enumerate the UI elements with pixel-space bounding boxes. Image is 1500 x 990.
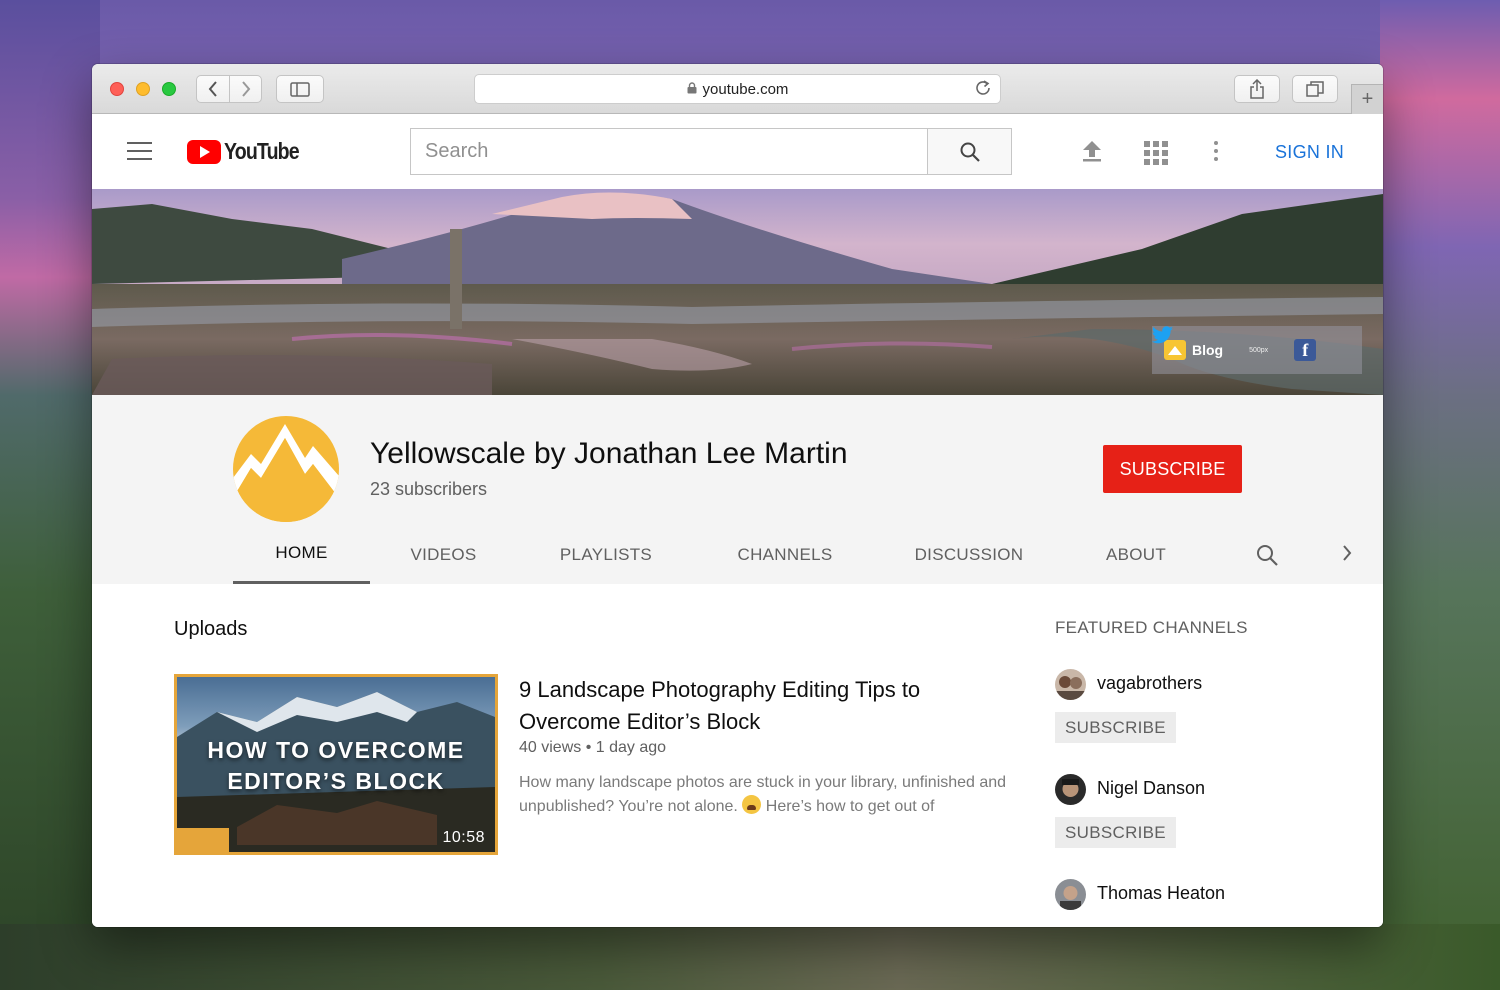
avatar[interactable] [1055, 669, 1086, 700]
search-placeholder: Search [425, 140, 489, 162]
close-window-button[interactable] [110, 82, 124, 96]
search-button[interactable] [927, 128, 1012, 175]
featured-subscribe-button[interactable]: SUBSCRIBE [1055, 817, 1176, 848]
channel-header: Yellowscale by Jonathan Lee Martin 23 su… [92, 395, 1383, 584]
thumbnail-title-text: HOW TO OVERCOME EDITOR’S BLOCK [207, 737, 465, 794]
featured-channel-name[interactable]: Thomas Heaton [1097, 883, 1225, 904]
subscribe-button[interactable]: SUBSCRIBE [1103, 445, 1242, 493]
avatar[interactable] [1055, 774, 1086, 805]
youtube-play-icon [187, 139, 221, 164]
video-title-link[interactable]: 9 Landscape Photography Editing Tips to … [519, 674, 989, 738]
mountain-logo-icon [233, 424, 339, 522]
uploads-section-title[interactable]: Uploads [174, 618, 247, 641]
chevron-right-icon [241, 81, 250, 97]
back-button[interactable] [197, 76, 229, 102]
subscriber-count: 23 subscribers [370, 479, 488, 499]
search-input[interactable]: Search [410, 128, 928, 175]
tab-home[interactable]: HOME [233, 525, 370, 584]
channel-avatar[interactable] [233, 416, 339, 522]
tabs-scroll-right-icon[interactable] [1341, 543, 1353, 569]
browser-window: youtube.com + YouTube Search SIGN IN Blo… [92, 64, 1383, 927]
forward-button[interactable] [229, 76, 261, 102]
featured-channels-title: FEATURED CHANNELS [1055, 618, 1248, 637]
avatar[interactable] [1055, 879, 1086, 910]
chevron-left-icon [208, 81, 217, 97]
tab-channels[interactable]: CHANNELS [695, 525, 875, 584]
thumbnail-brand-badge [177, 828, 229, 852]
featured-channel-name[interactable]: vagabrothers [1097, 673, 1202, 694]
channel-title: Yellowscale by Jonathan Lee Martin [370, 437, 848, 470]
tabs-overview-icon [1306, 81, 1324, 97]
channel-tabs: HOME VIDEOS PLAYLISTS CHANNELS DISCUSSIO… [233, 525, 1373, 584]
address-bar[interactable]: youtube.com [474, 74, 1001, 104]
share-button[interactable] [1234, 75, 1280, 103]
tab-discussion[interactable]: DISCUSSION [875, 525, 1063, 584]
more-vertical-icon[interactable] [1214, 141, 1218, 161]
desktop-wallpaper-left [0, 0, 100, 990]
tab-videos[interactable]: VIDEOS [370, 525, 517, 584]
sidebar-toggle-button[interactable] [276, 75, 324, 103]
video-thumbnail[interactable]: HOW TO OVERCOME EDITOR’S BLOCK 10:58 [174, 674, 498, 855]
facebook-icon[interactable]: f [1294, 339, 1317, 361]
tab-playlists[interactable]: PLAYLISTS [517, 525, 695, 584]
new-tab-button[interactable]: + [1351, 84, 1383, 114]
search-icon [960, 142, 980, 162]
500px-link[interactable]: 500px [1249, 347, 1268, 354]
apps-grid-icon[interactable] [1144, 141, 1168, 165]
upload-age: 1 day ago [595, 739, 667, 756]
lock-icon [687, 81, 697, 97]
channel-banner: Blog 500px f [92, 189, 1383, 395]
sign-in-button[interactable]: SIGN IN [1275, 142, 1344, 163]
show-tabs-button[interactable] [1292, 75, 1338, 103]
sidebar-icon [290, 81, 310, 97]
zoom-window-button[interactable] [162, 82, 176, 96]
featured-subscribe-button[interactable]: SUBSCRIBE [1055, 712, 1176, 743]
channel-search-icon[interactable] [1255, 543, 1279, 572]
channel-links-bar: Blog 500px f [1152, 326, 1362, 374]
youtube-logo[interactable]: YouTube [187, 138, 312, 165]
blog-link[interactable]: Blog [1192, 342, 1223, 358]
view-count: 40 views [519, 739, 582, 756]
youtube-masthead: YouTube Search SIGN IN [92, 114, 1383, 189]
channel-home-content: Uploads HOW TO OVERCOME EDITOR’S BLOCK 1… [92, 584, 1383, 927]
video-duration: 10:58 [442, 829, 485, 846]
url-text: youtube.com [702, 80, 789, 98]
meta-separator: • [585, 739, 596, 756]
upload-icon[interactable] [1081, 139, 1103, 168]
guide-menu-icon[interactable] [127, 142, 152, 160]
tab-about[interactable]: ABOUT [1063, 525, 1209, 584]
video-metadata: 40 views • 1 day ago [519, 739, 666, 757]
weary-face-emoji-icon [742, 795, 762, 814]
minimize-window-button[interactable] [136, 82, 150, 96]
share-icon [1250, 79, 1264, 99]
video-description: How many landscape photos are stuck in y… [519, 774, 1007, 815]
youtube-logo-text: YouTube [224, 138, 300, 164]
history-nav-group [196, 75, 262, 103]
featured-channel-name[interactable]: Nigel Danson [1097, 778, 1205, 799]
plus-icon: + [1361, 88, 1374, 110]
desktop-wallpaper-bottom [0, 924, 1500, 990]
reload-icon[interactable] [974, 79, 992, 102]
desktop-wallpaper-right [1380, 0, 1500, 990]
browser-toolbar: youtube.com + [92, 64, 1383, 114]
